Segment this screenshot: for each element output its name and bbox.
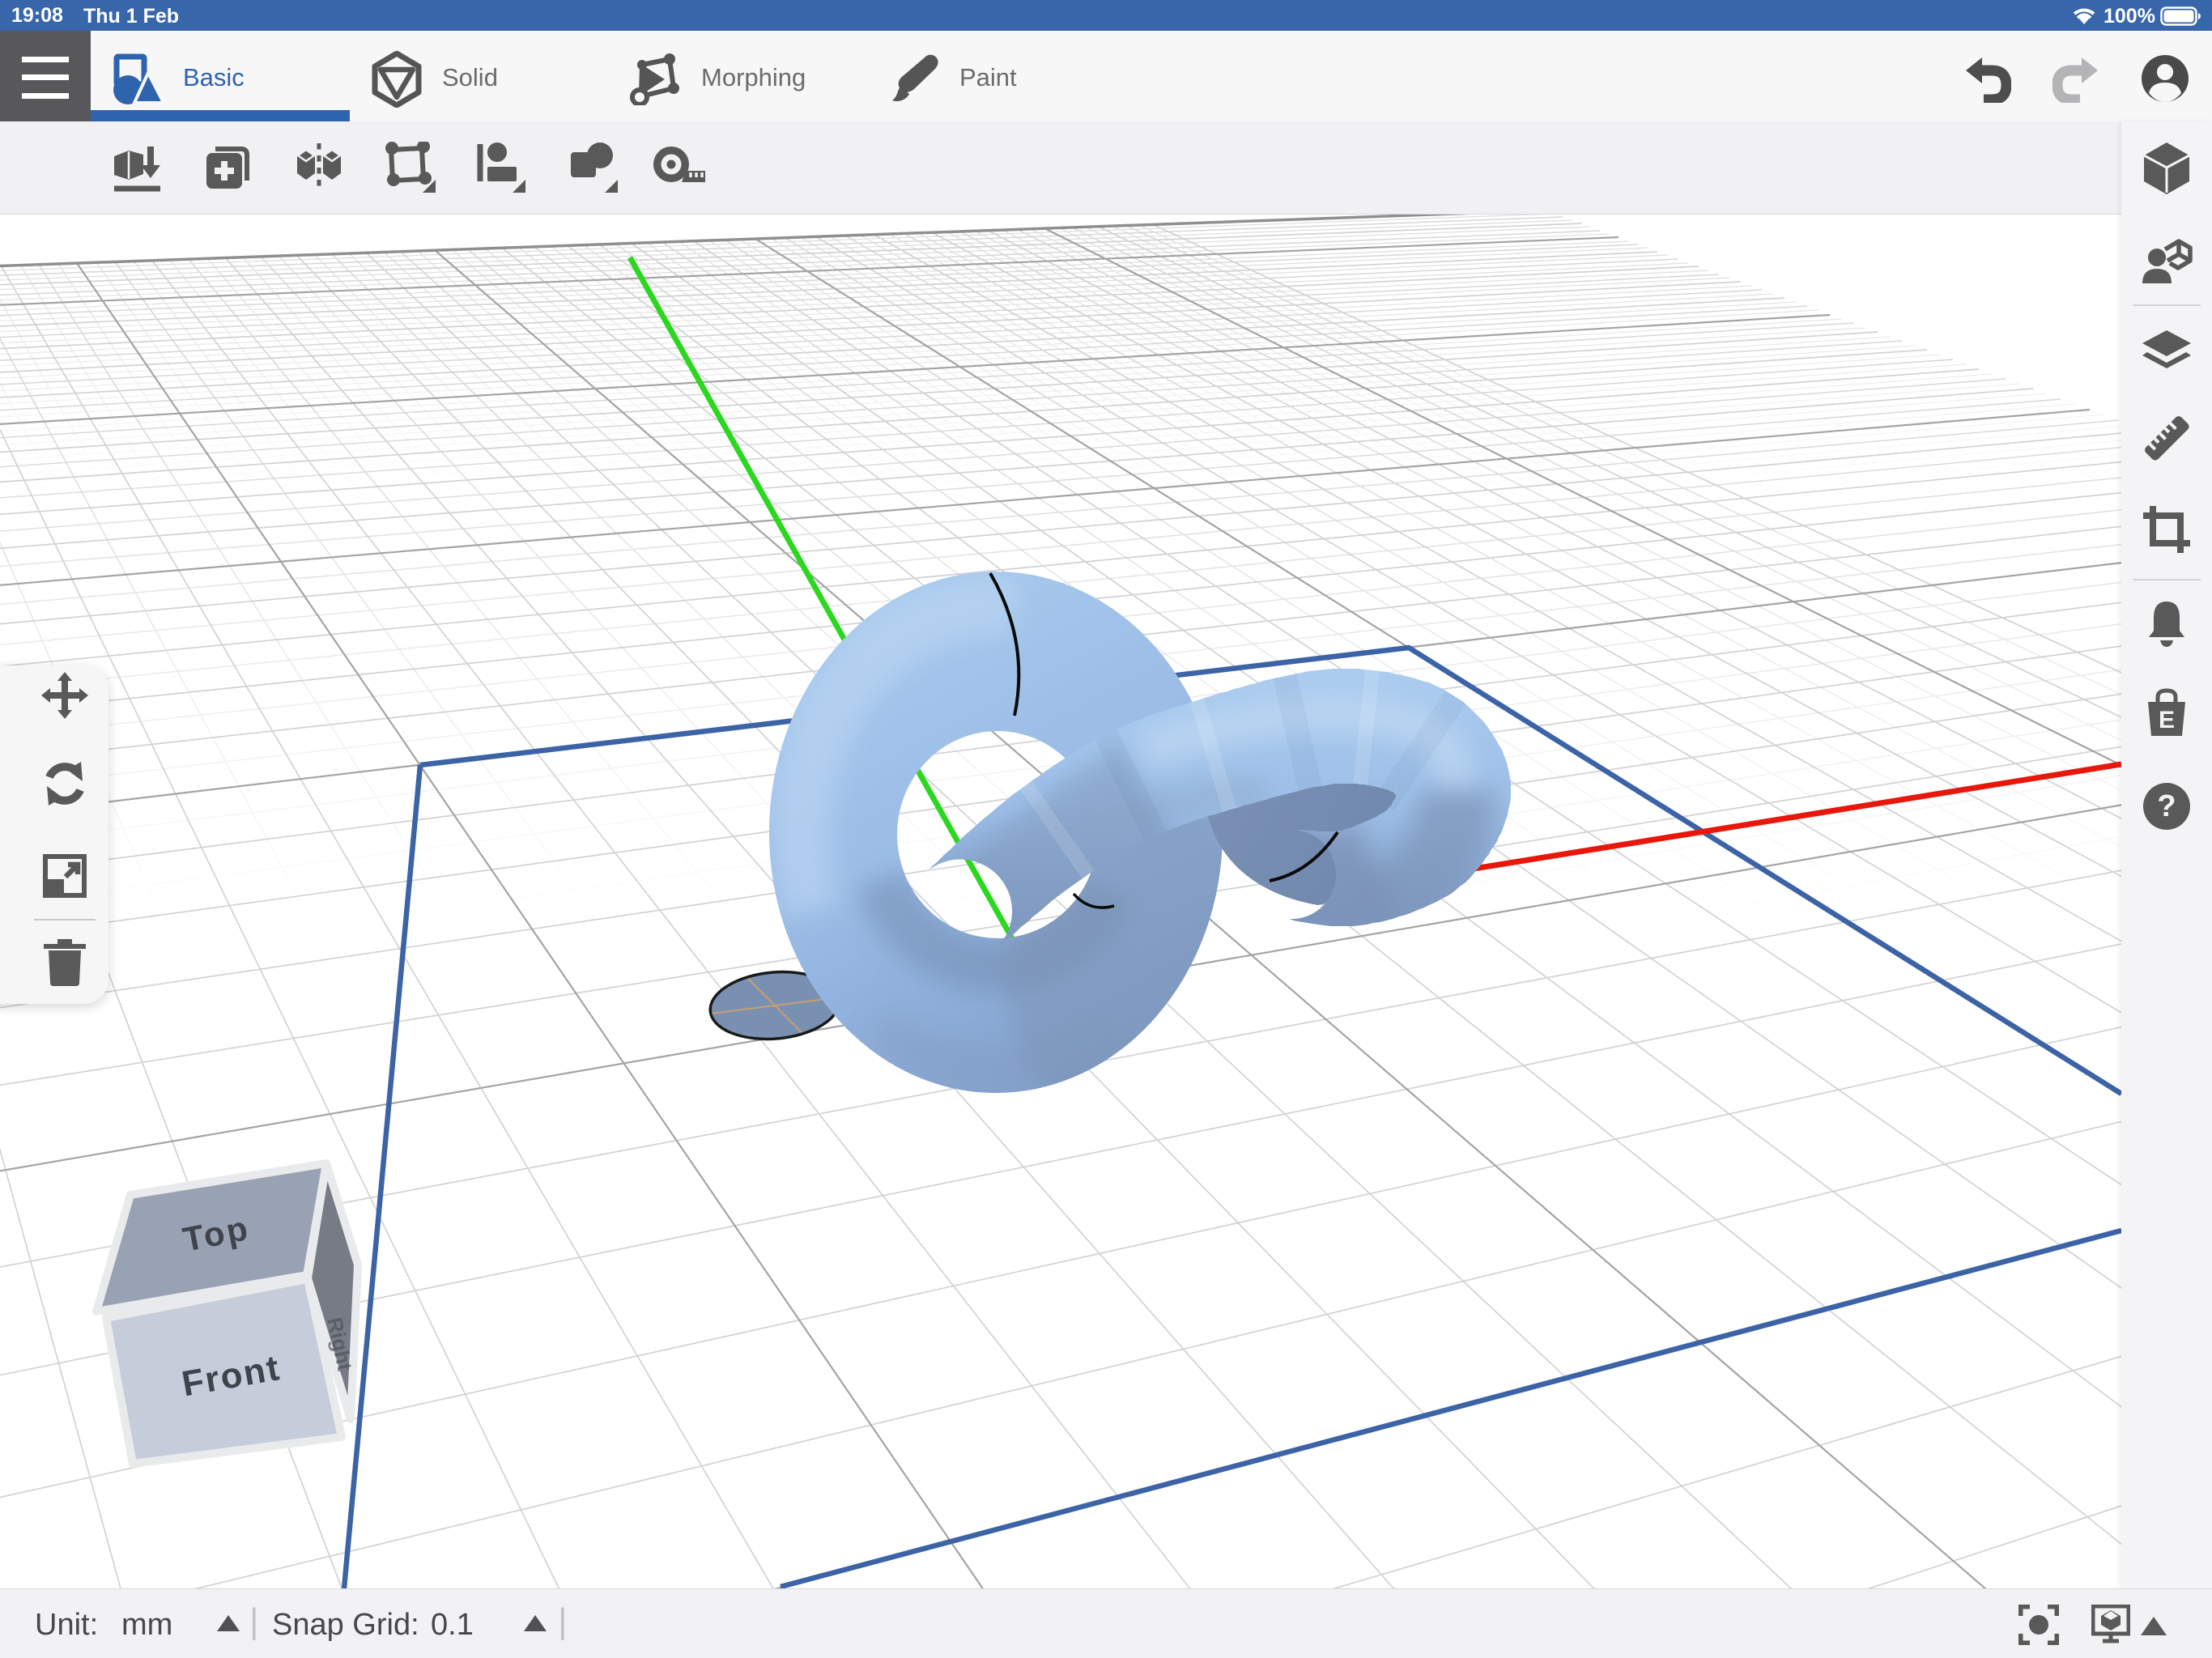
svg-text:E: E bbox=[2159, 707, 2175, 733]
svg-text:?: ? bbox=[2157, 789, 2176, 823]
